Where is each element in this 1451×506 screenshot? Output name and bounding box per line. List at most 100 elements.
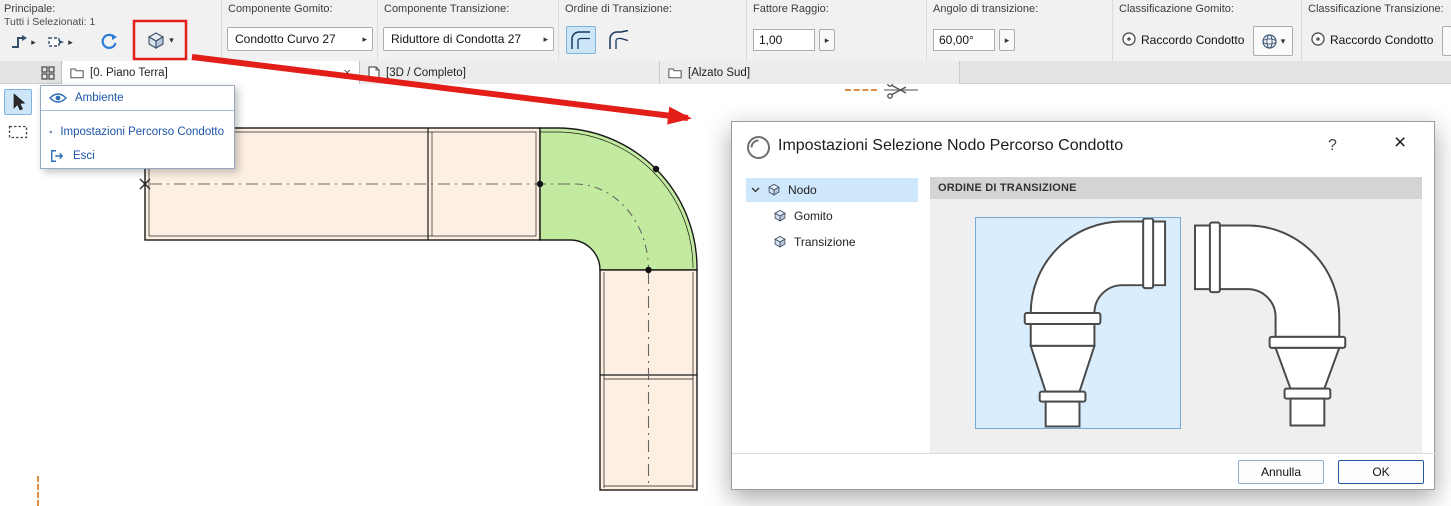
section-label: Angolo di transizione: — [933, 3, 1038, 15]
transition-order-second-button[interactable] — [604, 26, 634, 54]
chevron-down-icon — [751, 187, 760, 193]
tab-floor-plan[interactable]: [0. Piano Terra] × — [61, 61, 360, 84]
tree-item-label: Nodo — [788, 183, 817, 197]
transition-order-option-1[interactable] — [975, 217, 1181, 429]
node-selection-settings-dialog: Impostazioni Selezione Nodo Percorso Con… — [731, 121, 1435, 490]
dropdown-arrow-icon: ▾ — [169, 36, 174, 45]
settings-tree-panel: Nodo Gomito Transizione — [746, 177, 918, 477]
exit-icon — [49, 149, 65, 163]
tree-item-label: Gomito — [794, 209, 833, 223]
tab-elevation[interactable]: [Alzato Sud] — [660, 61, 960, 84]
elbow-box-icon — [773, 209, 787, 223]
floor-plan-icon — [70, 66, 84, 79]
flyout-arrow-icon: ▸ — [68, 38, 73, 47]
menu-item-label: Impostazioni Percorso Condotto — [60, 126, 224, 138]
info-box-toolbar: Principale: Tutti i Selezionati: 1 ▸ ▸ — [0, 0, 1451, 62]
toolbar-section-fattore-raggio: Fattore Raggio: ▸ — [746, 0, 926, 61]
tab-3d-view[interactable]: [3D / Completo] — [360, 61, 660, 84]
dialog-footer-separator — [732, 453, 1436, 454]
transition-angle-input[interactable] — [933, 29, 995, 51]
flyout-arrow-icon: ▸ — [31, 38, 36, 47]
toolbar-section-componente-transizione: Componente Transizione: Riduttore di Con… — [377, 0, 558, 61]
tab-label: [0. Piano Terra] — [90, 67, 168, 79]
transition-after-elbow-preview — [1190, 217, 1394, 427]
pet-palette-context-menu: Ambiente Impostazioni Percorso Condotto … — [40, 85, 235, 169]
duct-node-options-button[interactable]: ▾ — [137, 25, 183, 56]
elbow-order-2-icon — [608, 30, 630, 50]
marquee-tool-button[interactable] — [4, 119, 32, 145]
tab-close-icon[interactable]: × — [343, 66, 351, 79]
fitting-classification-icon — [1310, 31, 1326, 47]
flyout-arrow-icon: ▸ — [543, 35, 548, 44]
section-label: Principale: — [4, 3, 55, 15]
tab-label: [3D / Completo] — [386, 67, 466, 79]
elbow-classification-value: Raccordo Condotto — [1141, 33, 1244, 47]
duct-node-box-icon — [146, 31, 166, 51]
page-3d-icon — [368, 66, 380, 80]
section-label: Componente Transizione: — [384, 3, 509, 15]
tree-item-transizione[interactable]: Transizione — [746, 230, 918, 254]
toolbar-section-angolo-transizione: Angolo di transizione: ▸ — [926, 0, 1112, 61]
section-label: Componente Gomito: — [228, 3, 333, 15]
flyout-arrow-icon: ▸ — [825, 36, 830, 45]
radius-factor-stepper[interactable]: ▸ — [819, 29, 835, 51]
ok-button[interactable]: OK — [1338, 460, 1424, 484]
arrow-tool-button[interactable] — [4, 89, 32, 115]
elbow-order-1-icon — [570, 30, 592, 50]
duct-elbow-selected[interactable] — [540, 128, 697, 270]
tree-item-label: Transizione — [794, 235, 856, 249]
transition-classification-value: Raccordo Condotto — [1330, 33, 1433, 47]
section-label: Classificazione Transizione: — [1308, 3, 1444, 15]
node-box-icon — [767, 183, 781, 197]
quad-view-icon — [41, 66, 55, 80]
elevation-icon — [668, 66, 682, 79]
section-label: Fattore Raggio: — [753, 3, 829, 15]
menu-item-label: Ambiente — [75, 92, 124, 104]
elbow-component-select[interactable]: Condotto Curvo 27 ▸ — [227, 27, 373, 51]
dialog-help-button[interactable]: ? — [1328, 137, 1337, 155]
elbow-classification-button[interactable]: ▾ — [1253, 26, 1293, 56]
dialog-close-icon[interactable]: × — [1394, 131, 1406, 155]
view-tab-bar: [0. Piano Terra] × [3D / Completo] [Alza… — [0, 61, 1451, 84]
section-label: Ordine di Transizione: — [565, 3, 672, 15]
transition-order-panel: ORDINE DI TRANSIZIONE — [930, 177, 1422, 453]
duct-placement-tool-button[interactable]: ▸ — [43, 30, 77, 54]
arrow-cursor-icon — [10, 93, 26, 111]
toolbar-section-componente-gomito: Componente Gomito: Condotto Curvo 27 ▸ — [221, 0, 377, 61]
duct-segment-icon — [47, 34, 65, 50]
toolbar-section-ordine-transizione: Ordine di Transizione: — [558, 0, 746, 61]
duct-route-icon — [10, 34, 28, 50]
transition-component-select[interactable]: Riduttore di Condotta 27 ▸ — [383, 27, 554, 51]
scissors-icon[interactable] — [884, 82, 918, 98]
menu-item-label: Esci — [73, 150, 95, 162]
quad-view-button[interactable] — [37, 63, 59, 82]
transition-before-elbow-preview — [976, 218, 1180, 428]
dialog-app-logo-icon — [745, 134, 772, 161]
toolbar-section-classificazione-transizione: Classificazione Transizione: Raccordo Co… — [1301, 0, 1451, 61]
menu-item-esci[interactable]: Esci — [41, 144, 234, 168]
tree-item-gomito[interactable]: Gomito — [746, 204, 918, 228]
cancel-button[interactable]: Annulla — [1238, 460, 1324, 484]
transition-box-icon — [773, 235, 787, 249]
tab-label: [Alzato Sud] — [688, 67, 750, 79]
menu-item-ambiente[interactable]: Ambiente — [41, 86, 234, 111]
panel-header: ORDINE DI TRANSIZIONE — [930, 177, 1422, 199]
transition-angle-stepper[interactable]: ▸ — [999, 29, 1015, 51]
toolbar-section-principale: Principale: Tutti i Selezionati: 1 ▸ ▸ — [0, 0, 221, 61]
tree-item-nodo[interactable]: Nodo — [746, 178, 918, 202]
radius-factor-input[interactable] — [753, 29, 815, 51]
select-loop-button[interactable] — [95, 29, 123, 55]
toolbar-section-classificazione-gomito: Classificazione Gomito: Raccordo Condott… — [1112, 0, 1301, 61]
selection-count-label: Tutti i Selezionati: 1 — [4, 16, 95, 28]
elbow-component-value: Condotto Curvo 27 — [235, 32, 336, 46]
menu-item-impostazioni[interactable]: Impostazioni Percorso Condotto — [41, 120, 234, 144]
duct-routing-tool-button[interactable]: ▸ — [6, 30, 40, 54]
flyout-arrow-icon: ▸ — [1005, 36, 1010, 45]
transition-order-first-button[interactable] — [566, 26, 596, 54]
transition-classification-button-cut[interactable] — [1442, 26, 1451, 56]
dialog-title: Impostazioni Selezione Nodo Percorso Con… — [778, 137, 1123, 155]
flyout-arrow-icon: ▸ — [362, 35, 367, 44]
transition-order-option-2[interactable] — [1190, 217, 1396, 429]
loop-arrow-icon — [99, 32, 119, 52]
classification-sphere-icon — [1261, 33, 1278, 50]
